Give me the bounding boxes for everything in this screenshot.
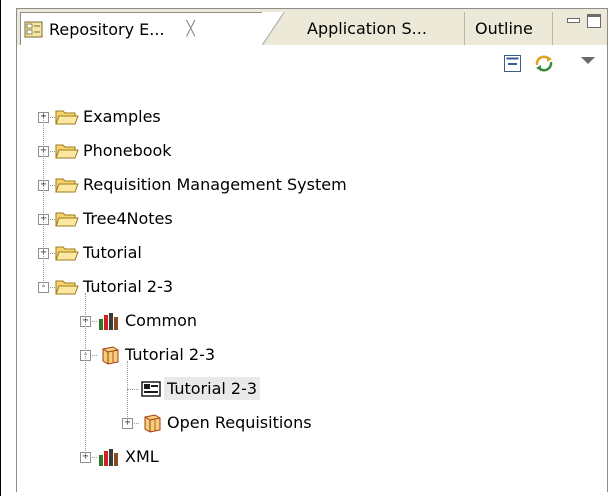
tree-item[interactable]: Tutorial 2-3 [17, 373, 607, 405]
tree-item-label: Tutorial 2-3 [164, 377, 261, 400]
maximize-icon[interactable] [587, 14, 601, 28]
tree-item-label: Common [125, 311, 198, 330]
view-toolbar [17, 45, 607, 83]
open-folder-icon [55, 144, 79, 159]
repository-tree: + Examples + Phonebook + Requisition Manageme… [17, 83, 607, 492]
left-border-line [0, 0, 1, 496]
repository-icon [24, 21, 43, 37]
tree-item-label: Phonebook [83, 141, 172, 160]
repository-explorer-view: Repository E... ╳ Application S... Outli… [16, 8, 608, 492]
tree-item-label: Tutorial 2-3 [83, 277, 174, 296]
tree-item[interactable]: + Open Requisitions [17, 407, 607, 439]
collapse-all-icon[interactable] [504, 55, 521, 72]
tree-item[interactable]: - Tutorial 2-3 [17, 339, 607, 371]
tree-item[interactable]: + Common [17, 305, 607, 337]
minimize-icon[interactable] [566, 14, 580, 24]
tree-item-label: Examples [83, 107, 161, 126]
tree-guide-line [85, 293, 86, 457]
tab-repository-explorer[interactable]: Repository E... ╳ [20, 12, 284, 45]
tree-item[interactable]: - Tutorial 2-3 [17, 271, 607, 303]
open-folder-icon [55, 246, 79, 261]
sync-icon[interactable] [533, 53, 555, 73]
view-tab-bar: Repository E... ╳ Application S... Outli… [17, 9, 607, 45]
tree-item-label: XML [125, 447, 159, 466]
package-box-icon [144, 414, 161, 433]
tab-application-structure[interactable]: Application S... [285, 12, 465, 45]
tree-item[interactable]: + Tree4Notes [17, 203, 607, 235]
tab-label: Repository E... [49, 19, 165, 39]
tree-item[interactable]: + Requisition Management System [17, 169, 607, 201]
open-folder-icon [55, 178, 79, 193]
tree-guide-line [127, 361, 128, 423]
tree-item-label: Tree4Notes [83, 209, 173, 228]
tree-guide-line [43, 117, 44, 287]
tree-item[interactable]: + XML [17, 441, 607, 473]
open-folder-icon [55, 110, 79, 125]
tree-item[interactable]: + Examples [17, 101, 607, 133]
tree-item-label: Open Requisitions [167, 413, 312, 432]
library-books-icon [99, 449, 118, 466]
view-menu-icon[interactable] [581, 57, 595, 64]
library-books-icon [99, 313, 118, 330]
open-folder-icon [55, 212, 79, 227]
tab-outline[interactable]: Outline [467, 12, 553, 45]
tree-item[interactable]: + Phonebook [17, 135, 607, 167]
tab-label: Outline [475, 19, 533, 38]
tree-item-label: Requisition Management System [83, 175, 347, 194]
package-box-icon [102, 346, 119, 365]
tree-item[interactable]: + Tutorial [17, 237, 607, 269]
form-view-icon [141, 381, 161, 397]
tree-item-label: Tutorial [83, 243, 142, 262]
tree-item-label: Tutorial 2-3 [125, 345, 216, 364]
tree-connector-line [127, 389, 139, 390]
open-folder-icon [55, 280, 79, 295]
close-icon[interactable]: ╳ [187, 21, 195, 37]
tab-label: Application S... [307, 19, 427, 38]
